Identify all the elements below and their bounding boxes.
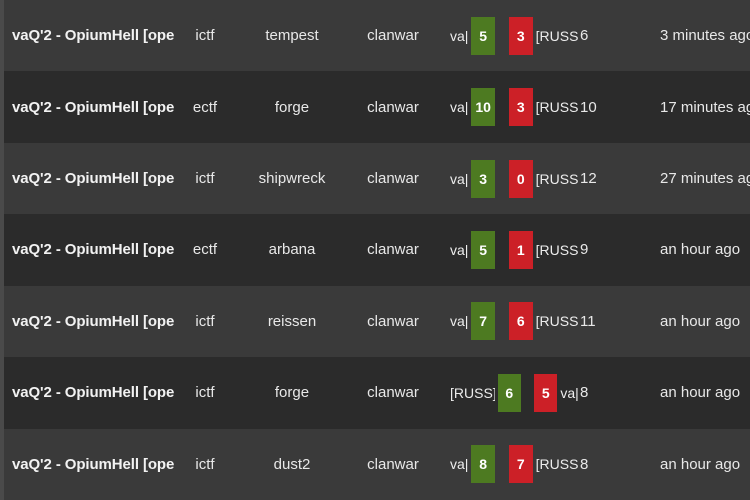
right-team-name: [RUSS: [535, 313, 579, 330]
player-count: 10: [580, 98, 597, 116]
left-team-score-badge: 3: [471, 159, 496, 198]
match-row[interactable]: vaQ'2 - OpiumHell [open] ictf shipwreck cla…: [4, 142, 750, 215]
left-team-name: va|: [450, 456, 469, 473]
server-name[interactable]: vaQ'2 - OpiumHell [open]: [12, 241, 174, 258]
server-name[interactable]: vaQ'2 - OpiumHell [open]: [12, 99, 174, 116]
match-row[interactable]: vaQ'2 - OpiumHell [open] ectf arbana clanwa…: [4, 214, 750, 286]
score-widget: va| 5 1 [RUSS: [438, 230, 579, 269]
right-team-score-badge: 3: [508, 16, 533, 55]
match-timestamp: 3 minutes ago: [660, 27, 750, 45]
match-row[interactable]: vaQ'2 - OpiumHell [open] ectf forge clanwar…: [4, 71, 750, 143]
server-name[interactable]: vaQ'2 - OpiumHell [open]: [12, 456, 174, 473]
match-timestamp: 17 minutes ago: [660, 98, 750, 116]
match-timestamp: an hour ago: [660, 455, 741, 473]
left-team-name: va|: [450, 99, 469, 116]
left-team-score-badge: 8: [471, 445, 496, 484]
right-team-name: [RUSS: [535, 241, 579, 258]
match-timestamp: an hour ago: [660, 384, 741, 402]
right-team-score-badge: 0: [508, 159, 533, 198]
right-team-name: [RUSS: [535, 170, 579, 187]
score-widget: va| 10 3 [RUSS: [438, 88, 579, 127]
player-count: 8: [580, 384, 589, 402]
game-mode: ictf: [195, 384, 215, 402]
match-type: clanwar: [367, 241, 419, 259]
match-type: clanwar: [367, 384, 419, 402]
match-timestamp: 27 minutes ago: [660, 170, 750, 188]
server-name[interactable]: vaQ'2 - OpiumHell [open]: [12, 313, 174, 330]
left-team-score-badge: 6: [497, 373, 521, 412]
game-mode: ictf: [195, 170, 215, 188]
match-row[interactable]: vaQ'2 - OpiumHell [open] ictf dust2 clanwar…: [4, 428, 750, 500]
match-type: clanwar: [367, 455, 419, 473]
left-team-score-badge: 5: [471, 230, 496, 269]
score-widget: va| 3 0 [RUSS: [438, 159, 579, 198]
map-name: reissen: [267, 312, 317, 330]
right-team-score-badge: 3: [508, 88, 533, 127]
left-team-name: [RUSS]: [450, 384, 495, 401]
game-mode: ictf: [195, 312, 215, 330]
game-mode: ectf: [192, 241, 218, 259]
player-count: 11: [580, 312, 596, 330]
server-name[interactable]: vaQ'2 - OpiumHell [open]: [12, 27, 174, 44]
left-team-score-badge: 7: [471, 302, 496, 341]
score-widget: va| 8 7 [RUSS: [438, 445, 579, 484]
right-team-name: [RUSS: [535, 27, 579, 44]
match-type: clanwar: [367, 312, 419, 330]
match-type: clanwar: [367, 27, 419, 45]
map-name: dust2: [273, 455, 311, 473]
left-team-name: va|: [450, 27, 469, 44]
player-count: 6: [580, 27, 589, 45]
score-widget: [RUSS] 6 5 va|: [438, 373, 578, 412]
right-team-name: [RUSS: [535, 99, 579, 116]
match-timestamp: an hour ago: [660, 312, 741, 330]
score-widget: va| 5 3 [RUSS: [438, 16, 579, 55]
game-mode: ictf: [195, 455, 215, 473]
map-name: tempest: [265, 27, 319, 45]
map-name: shipwreck: [258, 170, 326, 188]
right-team-score-badge: 6: [508, 302, 533, 341]
player-count: 9: [580, 241, 589, 259]
server-name[interactable]: vaQ'2 - OpiumHell [open]: [12, 384, 174, 401]
player-count: 8: [580, 455, 589, 473]
left-team-name: va|: [450, 170, 469, 187]
map-name: forge: [274, 98, 310, 116]
game-mode: ictf: [195, 27, 215, 45]
player-count: 12: [580, 170, 597, 188]
game-mode: ectf: [192, 98, 218, 116]
left-team-score-badge: 10: [471, 88, 496, 127]
match-row[interactable]: vaQ'2 - OpiumHell [open] ictf reissen clanw…: [4, 285, 750, 358]
left-team-name: va|: [450, 241, 469, 258]
right-team-name: va|: [560, 384, 578, 401]
match-row[interactable]: vaQ'2 - OpiumHell [open] ictf tempest clanw…: [4, 0, 750, 72]
server-name[interactable]: vaQ'2 - OpiumHell [open]: [12, 170, 174, 187]
right-team-score-badge: 1: [508, 230, 533, 269]
match-timestamp: an hour ago: [660, 241, 741, 259]
score-widget: va| 7 6 [RUSS: [438, 302, 579, 341]
left-team-name: va|: [450, 313, 469, 330]
right-team-score-badge: 7: [508, 445, 533, 484]
match-type: clanwar: [367, 170, 419, 188]
right-team-name: [RUSS: [535, 456, 579, 473]
right-team-score-badge: 5: [534, 373, 558, 412]
match-row[interactable]: vaQ'2 - OpiumHell [open] ictf forge clanwar…: [4, 357, 750, 429]
map-name: arbana: [268, 241, 316, 259]
map-name: forge: [274, 384, 310, 402]
match-history-table: vaQ'2 - OpiumHell [open] ictf tempest clanw…: [0, 0, 750, 500]
match-type: clanwar: [367, 98, 419, 116]
left-team-score-badge: 5: [471, 16, 496, 55]
